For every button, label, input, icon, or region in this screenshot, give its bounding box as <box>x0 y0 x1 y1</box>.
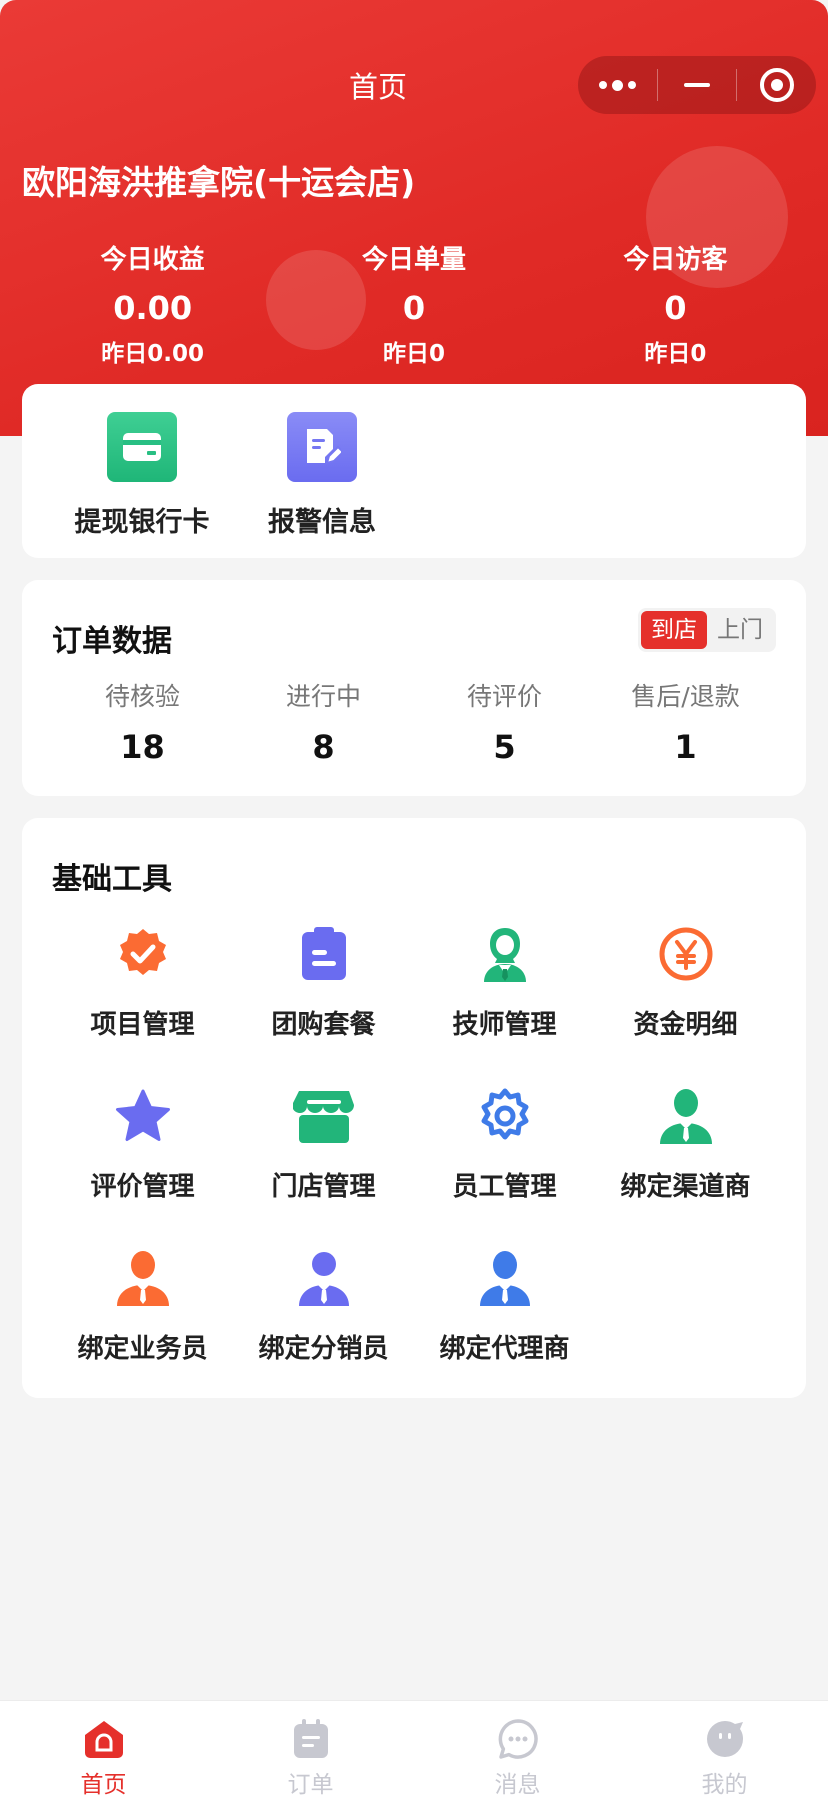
tool-label: 门店管理 <box>271 1172 376 1202</box>
gear-icon <box>473 1084 537 1148</box>
tool-project-management[interactable]: 项目管理 <box>52 922 233 1044</box>
tab-messages[interactable]: 消息 <box>414 1701 621 1806</box>
order-stat-value: 1 <box>674 728 697 766</box>
stat-visitors: 今日访客 0 昨日0 <box>545 240 806 368</box>
order-stat-label: 进行中 <box>285 682 361 711</box>
more-dots-icon <box>598 79 636 91</box>
order-stat-in-progress[interactable]: 进行中 8 <box>233 680 414 766</box>
order-stat-label: 待评价 <box>466 682 542 711</box>
stat-yesterday: 昨日0 <box>382 341 445 367</box>
order-stats: 待核验 18 进行中 8 待评价 5 售后/退款 1 <box>22 680 806 766</box>
tool-staff-management[interactable]: 员工管理 <box>414 1084 595 1206</box>
stat-label: 今日访客 <box>623 245 728 275</box>
section-title: 订单数据 <box>52 624 172 659</box>
order-stat-label: 待核验 <box>104 682 180 711</box>
bank-card-icon <box>107 412 177 482</box>
tool-label: 绑定分销员 <box>258 1334 389 1364</box>
quick-item-alarm[interactable]: 报警信息 <box>232 412 412 539</box>
clipboard-icon <box>292 922 356 986</box>
tool-label: 员工管理 <box>452 1172 557 1202</box>
stat-value: 0.00 <box>113 289 193 327</box>
tool-label: 项目管理 <box>90 1010 195 1040</box>
tab-orders[interactable]: 订单 <box>207 1701 414 1806</box>
more-button[interactable] <box>578 56 657 114</box>
toggle-in-store[interactable]: 到店 <box>641 611 707 649</box>
message-icon <box>496 1717 540 1761</box>
tool-label: 绑定代理商 <box>439 1334 570 1364</box>
tool-bind-channel[interactable]: 绑定渠道商 <box>595 1084 776 1206</box>
order-stat-value: 18 <box>120 728 165 766</box>
quick-actions-card: 提现银行卡 报警信息 <box>22 384 806 558</box>
tool-label: 团购套餐 <box>271 1010 376 1040</box>
stat-yesterday: 昨日0 <box>644 341 707 367</box>
profile-icon <box>703 1717 747 1761</box>
tool-label: 绑定渠道商 <box>620 1172 751 1202</box>
order-data-card: 订单数据 到店 上门 待核验 18 进行中 8 待评价 5 售后/退款 1 <box>22 580 806 796</box>
stat-label: 今日单量 <box>361 245 466 275</box>
badge-check-icon <box>111 922 175 986</box>
person-tie-icon <box>473 1246 537 1310</box>
person-tie-icon <box>654 1084 718 1148</box>
tab-profile[interactable]: 我的 <box>621 1701 828 1806</box>
tool-bind-salesman[interactable]: 绑定业务员 <box>52 1246 233 1368</box>
tool-bind-distributor[interactable]: 绑定分销员 <box>233 1246 414 1368</box>
tools-grid: 项目管理 团购套餐 技师管理 资金明细 评价管理 门店管理 员工管理 绑定渠道商… <box>52 922 776 1368</box>
tab-label: 订单 <box>287 1772 334 1798</box>
order-icon <box>289 1717 333 1761</box>
tool-group-buy[interactable]: 团购套餐 <box>233 922 414 1044</box>
order-stat-value: 5 <box>493 728 516 766</box>
quick-item-label: 提现银行卡 <box>74 507 210 538</box>
order-stat-pending-verify[interactable]: 待核验 18 <box>52 680 233 766</box>
home-icon <box>82 1717 126 1761</box>
tool-bind-agent[interactable]: 绑定代理商 <box>414 1246 595 1368</box>
close-target-icon <box>759 68 794 102</box>
tab-label: 消息 <box>494 1772 541 1798</box>
edit-note-icon <box>287 412 357 482</box>
stat-revenue: 今日收益 0.00 昨日0.00 <box>22 240 283 368</box>
stat-orders: 今日单量 0 昨日0 <box>283 240 544 368</box>
minimize-icon <box>684 83 710 87</box>
tab-home[interactable]: 首页 <box>0 1701 207 1806</box>
stat-value: 0 <box>402 289 426 327</box>
order-stat-pending-review[interactable]: 待评价 5 <box>414 680 595 766</box>
minimize-button[interactable] <box>658 56 737 114</box>
technician-icon <box>473 922 537 986</box>
mini-program-capsule <box>578 56 816 114</box>
tool-store-management[interactable]: 门店管理 <box>233 1084 414 1206</box>
order-type-toggle: 到店 上门 <box>638 608 776 652</box>
stat-yesterday: 昨日0.00 <box>101 341 205 367</box>
order-stat-label: 售后/退款 <box>631 682 740 711</box>
tab-label: 我的 <box>701 1772 748 1798</box>
section-title: 基础工具 <box>52 862 172 897</box>
quick-item-bank-card[interactable]: 提现银行卡 <box>52 412 232 539</box>
stat-label: 今日收益 <box>100 245 205 275</box>
tool-technician-management[interactable]: 技师管理 <box>414 922 595 1044</box>
tool-fund-details[interactable]: 资金明细 <box>595 922 776 1044</box>
tool-label: 绑定业务员 <box>77 1334 208 1364</box>
store-name: 欧阳海洪推拿院(十运会店) <box>22 163 416 202</box>
tab-label: 首页 <box>80 1772 127 1798</box>
tool-review-management[interactable]: 评价管理 <box>52 1084 233 1206</box>
tool-label: 资金明细 <box>633 1010 738 1040</box>
close-button[interactable] <box>737 56 816 114</box>
yuan-coin-icon <box>654 922 718 986</box>
person-tie-icon <box>111 1246 175 1310</box>
tool-label: 评价管理 <box>90 1172 195 1202</box>
person-tie-icon <box>292 1246 356 1310</box>
order-stat-value: 8 <box>312 728 335 766</box>
tool-label: 技师管理 <box>452 1010 557 1040</box>
order-stat-refund[interactable]: 售后/退款 1 <box>595 680 776 766</box>
toggle-on-site[interactable]: 上门 <box>707 611 773 649</box>
star-icon <box>111 1084 175 1148</box>
basic-tools-card: 基础工具 项目管理 团购套餐 技师管理 资金明细 评价管理 门店管理 员工管理 … <box>22 818 806 1398</box>
quick-item-label: 报警信息 <box>268 507 376 538</box>
storefront-icon <box>292 1084 356 1148</box>
stat-value: 0 <box>664 289 687 327</box>
today-stats: 今日收益 0.00 昨日0.00 今日单量 0 昨日0 今日访客 0 昨日0 <box>22 240 806 368</box>
bottom-tab-bar: 首页 订单 消息 我的 <box>0 1700 828 1806</box>
